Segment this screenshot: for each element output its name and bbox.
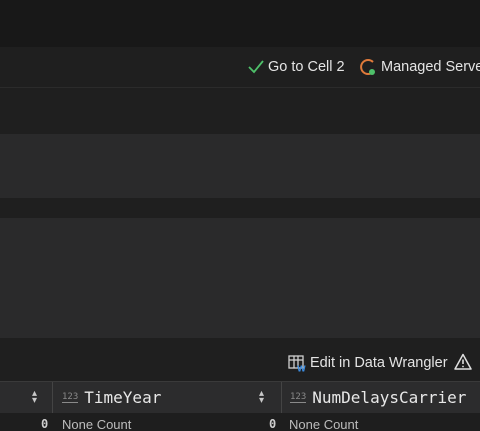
edit-in-data-wrangler-label: Edit in Data Wrangler — [310, 355, 448, 371]
numeric-type-icon: 123 — [290, 392, 307, 403]
check-icon — [248, 60, 264, 74]
window-titlebar — [0, 0, 480, 47]
sort-icon[interactable]: ▴ ▾ — [259, 389, 264, 406]
editor-gap — [0, 88, 480, 134]
code-cell[interactable] — [0, 218, 480, 338]
cell-value: 0 — [269, 417, 277, 431]
column-title: NumDelaysCarrier — [312, 388, 467, 407]
svg-text:W: W — [297, 365, 306, 373]
table-row[interactable]: 0 None Count 0 None Count — [0, 413, 480, 431]
edit-in-data-wrangler-button[interactable]: W Edit in Data Wrangler — [288, 352, 448, 374]
cell-summary: None Count — [289, 417, 359, 431]
server-status-icon — [360, 59, 375, 75]
column-divider[interactable] — [281, 382, 282, 413]
column-header-numdelayscarrier[interactable]: 123 NumDelaysCarrier — [290, 382, 466, 413]
cell-gap — [0, 338, 480, 346]
managed-server-button[interactable]: Managed Serve — [359, 47, 480, 87]
managed-server-label: Managed Serve — [381, 59, 480, 75]
column-divider[interactable] — [52, 382, 53, 413]
go-to-cell-button[interactable]: Go to Cell 2 — [248, 47, 345, 87]
column-title: TimeYear — [84, 388, 162, 407]
data-grid-header: ▴ ▾ 123 TimeYear ▴ ▾ 123 NumDelaysCarrier — [0, 381, 480, 414]
cell-summary: None Count — [62, 417, 132, 431]
sort-icon[interactable]: ▴ ▾ — [32, 389, 37, 406]
cell-value: 0 — [41, 417, 49, 431]
data-wrangler-icon: W — [288, 355, 306, 373]
code-cell[interactable] — [0, 134, 480, 198]
cell-gap — [0, 198, 480, 218]
warning-icon[interactable] — [454, 353, 472, 371]
go-to-cell-label: Go to Cell 2 — [268, 59, 345, 75]
numeric-type-icon: 123 — [62, 392, 79, 403]
column-header-timeyear[interactable]: 123 TimeYear — [62, 382, 161, 413]
notebook-toolbar: Go to Cell 2 Managed Serve — [0, 47, 480, 88]
